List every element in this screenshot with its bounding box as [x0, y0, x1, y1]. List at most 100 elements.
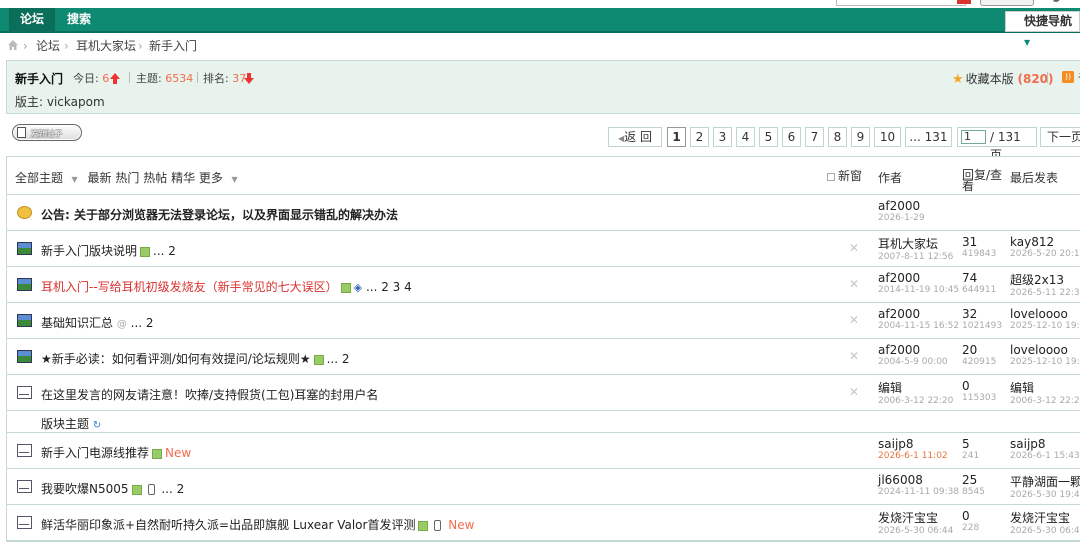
last-post-user[interactable]: 发烧汗宝宝	[1010, 509, 1080, 526]
filter-digest[interactable]: 精华	[171, 171, 195, 185]
pager-page-5[interactable]: 5	[759, 127, 778, 147]
breadcrumb-section[interactable]: 新手入门	[149, 36, 197, 56]
top-search-input[interactable]	[836, 0, 966, 6]
pager-back-button[interactable]: ◀返 回	[608, 127, 662, 147]
author-link[interactable]: jl66008	[878, 473, 923, 487]
top-user-icon[interactable]	[1052, 0, 1060, 2]
last-post-user[interactable]: 超级2x13	[1010, 271, 1080, 288]
thread-title-group: 新手入门版块说明 ... 2	[41, 242, 176, 259]
pager-page-1[interactable]: 1	[667, 127, 686, 147]
pager-page-3[interactable]: 3	[713, 127, 732, 147]
thread-title[interactable]: 我要吹爆N5005	[41, 482, 129, 496]
author-link[interactable]: 耳机大家坛	[878, 237, 938, 251]
filter-hotpost[interactable]: 热帖	[143, 171, 167, 185]
reply-count: 0	[962, 509, 970, 523]
thread-title[interactable]: 公告: 关于部分浏览器无法登录论坛，以及界面显示错乱的解决办法	[41, 206, 398, 223]
reply-view-count: 5 241	[962, 437, 979, 462]
thread-title[interactable]: 新手入门电源线推荐	[41, 446, 149, 460]
thread-pages[interactable]: ... 2	[327, 352, 350, 366]
divider	[129, 72, 130, 83]
post-date: 2006-3-12 22:20	[878, 396, 954, 406]
pager-page-4[interactable]: 4	[736, 127, 755, 147]
pager-page-9[interactable]: 9	[851, 127, 870, 147]
pager-page-6[interactable]: 6	[782, 127, 801, 147]
new-badge: New	[165, 446, 192, 460]
close-icon[interactable]: ✕	[849, 277, 859, 291]
image-attachment-icon	[131, 484, 142, 495]
breadcrumb-forum[interactable]: 论坛	[36, 36, 60, 56]
breadcrumb-board[interactable]: 耳机大家坛	[76, 36, 136, 56]
topics-value: 6534	[165, 72, 194, 85]
pager-page-7[interactable]: 7	[805, 127, 824, 147]
author-link[interactable]: 发烧汗宝宝	[878, 511, 938, 525]
thread-title[interactable]: 新手入门版块说明	[41, 244, 137, 258]
refresh-icon[interactable]: ↻	[93, 420, 101, 431]
favorite-forum-link[interactable]: ★ 收藏本版 (820)	[952, 70, 1054, 87]
filter-latest[interactable]: 最新	[88, 171, 112, 185]
filter-more[interactable]: 更多 ▼	[199, 171, 244, 185]
rss-icon[interactable]: ))	[1062, 71, 1074, 83]
thread-pages[interactable]: ... 2	[153, 244, 176, 258]
table-row[interactable]: 新手入门电源线推荐 New saijp8 2026-6-1 11:02 5 241 s…	[7, 433, 1080, 469]
thread-title[interactable]: 基础知识汇总	[41, 316, 113, 330]
pager-jump: 1 / 131 页	[957, 127, 1037, 162]
home-icon[interactable]	[8, 40, 18, 50]
thread-pages[interactable]: ... 2	[131, 316, 154, 330]
pager-page-2[interactable]: 2	[690, 127, 709, 147]
last-post-user[interactable]: 平静湖面一颗	[1010, 473, 1080, 490]
thread-title[interactable]: 耳机入门--写给耳机初级发烧友（新手常见的七大误区）	[41, 280, 338, 294]
new-badge: New	[448, 518, 475, 532]
reply-count: 20	[962, 343, 978, 357]
table-row[interactable]: 鲜活华丽印象派+自然耐听持久派=出品即旗舰 Luxear Valor首发评测 N…	[7, 505, 1080, 541]
thread-title[interactable]: 鲜活华丽印象派+自然耐听持久派=出品即旗舰 Luxear Valor首发评测	[41, 518, 415, 532]
thread-author: af2000 2004-5-9 00:00	[878, 343, 948, 368]
thread-pages[interactable]: ... 2 3 4	[366, 280, 412, 294]
table-row[interactable]: 在这里发言的网友请注意！吹捧/支持假货(工包)耳塞的封用户名 ✕ 编辑 2006-…	[7, 375, 1080, 411]
pager-next-button[interactable]: 下一页	[1040, 127, 1080, 147]
view-count: 8545	[962, 487, 985, 497]
page-number-input[interactable]: 1	[961, 130, 986, 144]
image-attachment-icon	[152, 448, 163, 459]
new-window-checkbox[interactable]: 新窗	[827, 167, 862, 184]
author-link[interactable]: af2000	[878, 343, 920, 357]
pager-page-8[interactable]: 8	[828, 127, 847, 147]
post-date: 2007-8-11 12:56	[878, 252, 954, 262]
last-post-user[interactable]: loveloooo	[1010, 307, 1080, 321]
nav-search[interactable]: 搜索	[56, 8, 102, 31]
rank-count: 排名: 37	[203, 70, 246, 86]
last-post-user[interactable]: kay812	[1010, 235, 1080, 249]
pager-last-page[interactable]: ... 131	[905, 127, 952, 147]
table-row[interactable]: 基础知识汇总 @ ... 2 ✕ af2000 2004-11-15 16:52 …	[7, 303, 1080, 339]
author-link[interactable]: 编辑	[878, 381, 902, 395]
table-row[interactable]: 我要吹爆N5005 ... 2 jl66008 2024-11-11 09:38 …	[7, 469, 1080, 505]
close-icon[interactable]: ✕	[849, 241, 859, 255]
author-link[interactable]: af2000	[878, 199, 920, 213]
table-row[interactable]: ★新手必读：如何看评测/如何有效提问/论坛规则★... 2 ✕ af2000 20…	[7, 339, 1080, 375]
author-link[interactable]: af2000	[878, 307, 920, 321]
author-link[interactable]: af2000	[878, 271, 920, 285]
close-icon[interactable]: ✕	[849, 349, 859, 363]
table-row[interactable]: 公告: 关于部分浏览器无法登录论坛，以及界面显示错乱的解决办法 af2000 20…	[7, 195, 1080, 231]
filter-hot[interactable]: 热门	[115, 171, 139, 185]
last-post-user[interactable]: 编辑	[1010, 379, 1080, 396]
last-post-user[interactable]: saijp8	[1010, 437, 1080, 451]
author-link[interactable]: saijp8	[878, 437, 914, 451]
close-icon[interactable]: ✕	[849, 385, 859, 399]
last-post-user[interactable]: loveloooo	[1010, 343, 1080, 357]
thread-pages[interactable]: ... 2	[161, 482, 184, 496]
top-login-button[interactable]	[980, 0, 1034, 6]
thread-title[interactable]: ★新手必读：如何看评测/如何有效提问/论坛规则★	[41, 352, 311, 366]
table-row[interactable]: 新手入门版块说明 ... 2 ✕ 耳机大家坛 2007-8-11 12:56 31 4…	[7, 231, 1080, 267]
pager-page-10[interactable]: 10	[874, 127, 901, 147]
filter-all[interactable]: 全部主题 ▼	[15, 171, 84, 185]
close-icon[interactable]: ✕	[849, 313, 859, 327]
table-row[interactable]: 耳机入门--写给耳机初级发烧友（新手常见的七大误区） ◈ ... 2 3 4 ✕ …	[7, 267, 1080, 303]
last-post: 发烧汗宝宝 2026-5-30 06:44	[1010, 509, 1080, 537]
quick-nav-button[interactable]: 快捷导航 ▼	[1005, 11, 1080, 47]
thread-title[interactable]: 在这里发言的网友请注意！吹捧/支持假货(工包)耳塞的封用户名	[41, 386, 378, 403]
new-post-button[interactable]: 发新帖子	[12, 124, 82, 141]
nav-forum[interactable]: 论坛	[9, 8, 56, 31]
top-search-clear-icon[interactable]	[957, 0, 971, 4]
breadcrumb-separator: ›	[23, 39, 28, 53]
view-count: 420915	[962, 357, 997, 367]
